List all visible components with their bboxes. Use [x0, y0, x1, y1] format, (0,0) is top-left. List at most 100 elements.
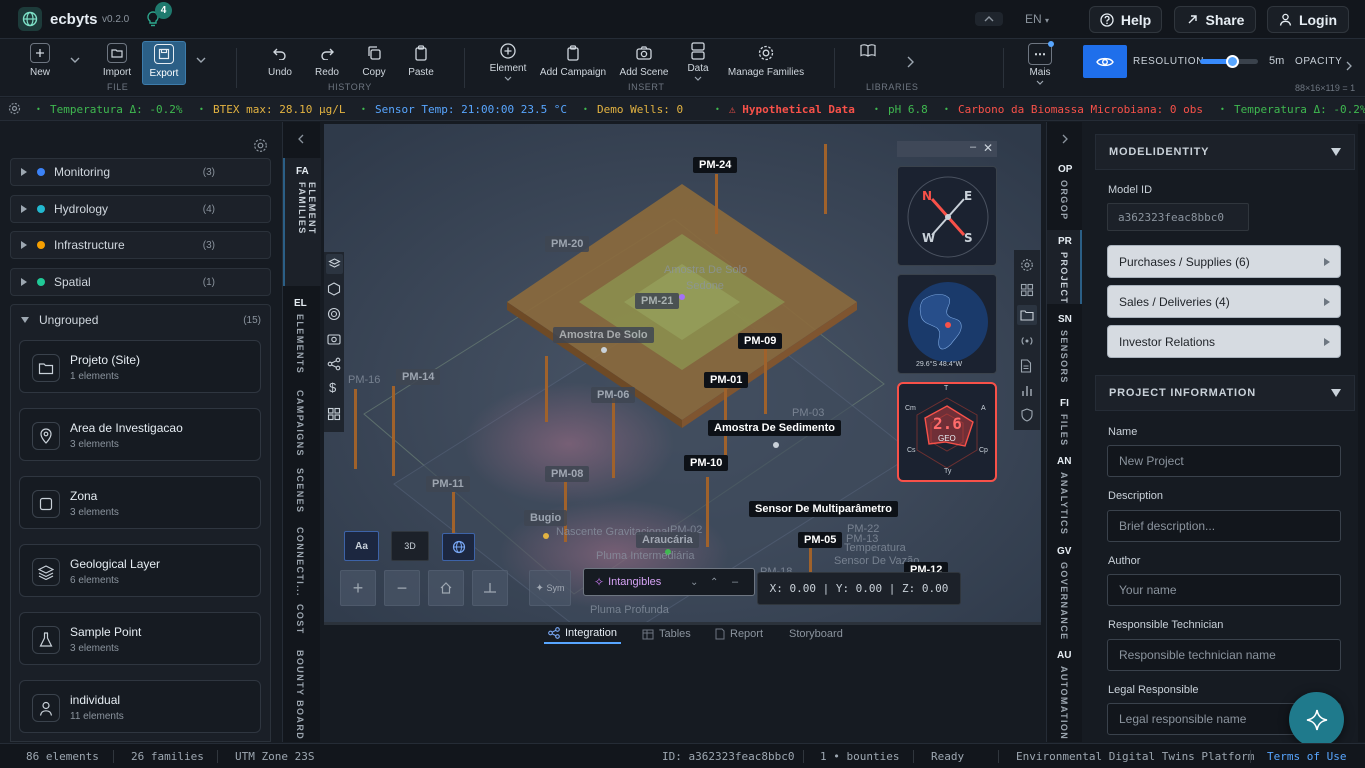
- tab-tables[interactable]: Tables: [642, 626, 691, 642]
- notification-badge[interactable]: 4: [155, 2, 172, 19]
- panel-settings-gear-icon[interactable]: [253, 138, 268, 153]
- scene-label-muted[interactable]: PM-06: [591, 387, 636, 403]
- tab-automation[interactable]: AU AUTOMATION: [1047, 648, 1082, 740]
- document-tool-icon[interactable]: [1020, 359, 1032, 373]
- element-card-zona[interactable]: Zona 3 elements: [19, 476, 261, 529]
- element-card-area[interactable]: Area de Investigacao 3 elements: [19, 408, 261, 461]
- scene-label[interactable]: PM-05: [798, 532, 843, 548]
- share-button[interactable]: Share: [1174, 6, 1256, 33]
- export-button[interactable]: Export: [142, 41, 186, 85]
- text-toggle-button[interactable]: Aa: [344, 531, 379, 561]
- resolution-slider[interactable]: [1200, 55, 1258, 68]
- accordion-sales[interactable]: Sales / Deliveries (4): [1107, 285, 1341, 318]
- folder-tool-icon[interactable]: [1017, 305, 1037, 325]
- camera-tool-icon[interactable]: [327, 332, 341, 346]
- right-panel-scrollbar[interactable]: [1358, 124, 1365, 742]
- ground-plane-button[interactable]: [472, 570, 508, 606]
- settings-tool-icon[interactable]: [1020, 258, 1034, 272]
- tab-analytics[interactable]: AN ANALYTICS: [1047, 454, 1082, 544]
- bar-chart-tool-icon[interactable]: [1020, 384, 1034, 398]
- family-monitoring[interactable]: Monitoring (3): [10, 158, 271, 186]
- bounties-status[interactable]: 1 • bounties: [820, 750, 899, 763]
- globe-widget[interactable]: 29.6°S 48.4°W: [897, 274, 997, 374]
- scene-label-muted[interactable]: PM-14: [396, 369, 441, 385]
- tab-element-families[interactable]: FA ELEMENT FAMILIES: [283, 158, 321, 286]
- scene-label-muted[interactable]: PM-08: [545, 466, 590, 482]
- element-card-projeto[interactable]: Projeto (Site) 1 elements: [19, 340, 261, 393]
- close-icon[interactable]: ✕: [983, 141, 993, 155]
- responsible-technician-input[interactable]: Responsible technician name: [1107, 639, 1341, 671]
- radar-widget[interactable]: T A Cp Ty Cs Cm 2.6 GEO: [897, 382, 997, 482]
- tab-scenes[interactable]: SCENES: [295, 468, 305, 513]
- family-spatial[interactable]: Spatial (1): [10, 268, 271, 296]
- family-infrastructure[interactable]: Infrastructure (3): [10, 231, 271, 259]
- home-view-button[interactable]: [428, 570, 464, 606]
- tab-orgop[interactable]: OP ORGOP: [1047, 158, 1082, 224]
- new-dropdown-chevron-icon[interactable]: [70, 57, 80, 63]
- tab-elements[interactable]: EL ELEMENTS: [283, 294, 321, 379]
- undo-button[interactable]: Undo: [266, 43, 294, 87]
- add-campaign-button[interactable]: Add Campaign: [537, 43, 609, 87]
- paste-button[interactable]: Paste: [406, 43, 436, 87]
- element-card-geological-layer[interactable]: Geological Layer 6 elements: [19, 544, 261, 597]
- zoom-in-button[interactable]: +: [340, 570, 376, 606]
- copy-button[interactable]: Copy: [360, 43, 388, 87]
- new-button[interactable]: New: [25, 43, 55, 87]
- globe-view-button[interactable]: [442, 533, 475, 561]
- collapse-toolbar-button[interactable]: [975, 12, 1003, 26]
- element-card-sample-point[interactable]: Sample Point 3 elements: [19, 612, 261, 665]
- globe-logo-icon[interactable]: [18, 7, 42, 31]
- element-card-individual[interactable]: individual 11 elements: [19, 680, 261, 733]
- tab-files[interactable]: FI FILES: [1047, 394, 1082, 450]
- target-tool-icon[interactable]: [327, 307, 341, 321]
- data-button[interactable]: Data: [683, 41, 713, 85]
- scene-label[interactable]: Sensor De Multiparâmetro: [749, 501, 898, 517]
- grid-view-tool-icon[interactable]: [1020, 283, 1034, 297]
- scene-label-muted[interactable]: Amostra De Solo: [553, 327, 654, 343]
- author-input[interactable]: Your name: [1107, 574, 1341, 606]
- 3d-mode-button[interactable]: 3D: [391, 531, 429, 561]
- share-nodes-tool-icon[interactable]: [327, 357, 341, 371]
- ai-assistant-button[interactable]: [1289, 692, 1344, 747]
- scene-label[interactable]: PM-10: [684, 455, 729, 471]
- export-dropdown-chevron-icon[interactable]: [196, 57, 206, 63]
- help-button[interactable]: Help: [1089, 6, 1162, 33]
- family-hydrology[interactable]: Hydrology (4): [10, 195, 271, 223]
- dollar-tool-icon[interactable]: $: [329, 380, 336, 395]
- layers-tool-icon[interactable]: [326, 254, 343, 274]
- 3d-viewport[interactable]: Amostra De Solo Sedone PM-16 PM-03 Nasce…: [324, 124, 1041, 622]
- scene-label-muted[interactable]: PM-11: [426, 476, 470, 492]
- minimize-icon[interactable]: –: [970, 141, 976, 153]
- tab-storyboard[interactable]: Storyboard: [789, 626, 843, 642]
- import-button[interactable]: Import: [100, 43, 134, 87]
- minimize-panel-icon[interactable]: –: [732, 576, 738, 588]
- model-id-value[interactable]: a362323feac8bbc0: [1107, 203, 1249, 231]
- zoom-out-button[interactable]: −: [384, 570, 420, 606]
- project-name-input[interactable]: New Project: [1107, 445, 1341, 477]
- scene-label-muted[interactable]: PM-20: [545, 236, 590, 252]
- tab-governance[interactable]: GV GOVERNANCE: [1047, 544, 1082, 644]
- accordion-investor-relations[interactable]: Investor Relations: [1107, 325, 1341, 358]
- terms-of-use-link[interactable]: Terms of Use: [1267, 750, 1346, 763]
- element-button[interactable]: Element: [488, 41, 528, 85]
- accordion-purchases[interactable]: Purchases / Supplies (6): [1107, 245, 1341, 278]
- tab-sensors[interactable]: SN SENSORS: [1047, 310, 1082, 388]
- add-scene-button[interactable]: Add Scene: [615, 43, 673, 87]
- intangibles-panel[interactable]: ✧ Intangibles ⌄ ⌃ –: [583, 568, 755, 596]
- scene-label[interactable]: PM-09: [738, 333, 783, 349]
- tab-connections[interactable]: CONNECTI...: [295, 527, 305, 597]
- expand-all-icon[interactable]: ⌄: [690, 577, 698, 588]
- scene-label[interactable]: PM-01: [704, 372, 749, 388]
- model-identity-header[interactable]: MODELIDENTITY: [1095, 134, 1355, 170]
- resize-handle[interactable]: [324, 622, 1041, 625]
- collapse-all-icon[interactable]: ⌃: [710, 577, 718, 588]
- shield-tool-icon[interactable]: [1020, 408, 1034, 422]
- more-button[interactable]: ⋯ Mais: [1025, 41, 1055, 87]
- scene-label-muted[interactable]: Bugio: [524, 510, 568, 526]
- tab-project[interactable]: PR PROJECT: [1047, 230, 1082, 304]
- description-input[interactable]: Brief description...: [1107, 510, 1341, 542]
- book-icon[interactable]: [860, 43, 876, 57]
- ticker-gear-icon[interactable]: [8, 102, 21, 115]
- language-selector[interactable]: EN ▾: [1025, 12, 1049, 26]
- tab-cost[interactable]: COST: [295, 604, 305, 635]
